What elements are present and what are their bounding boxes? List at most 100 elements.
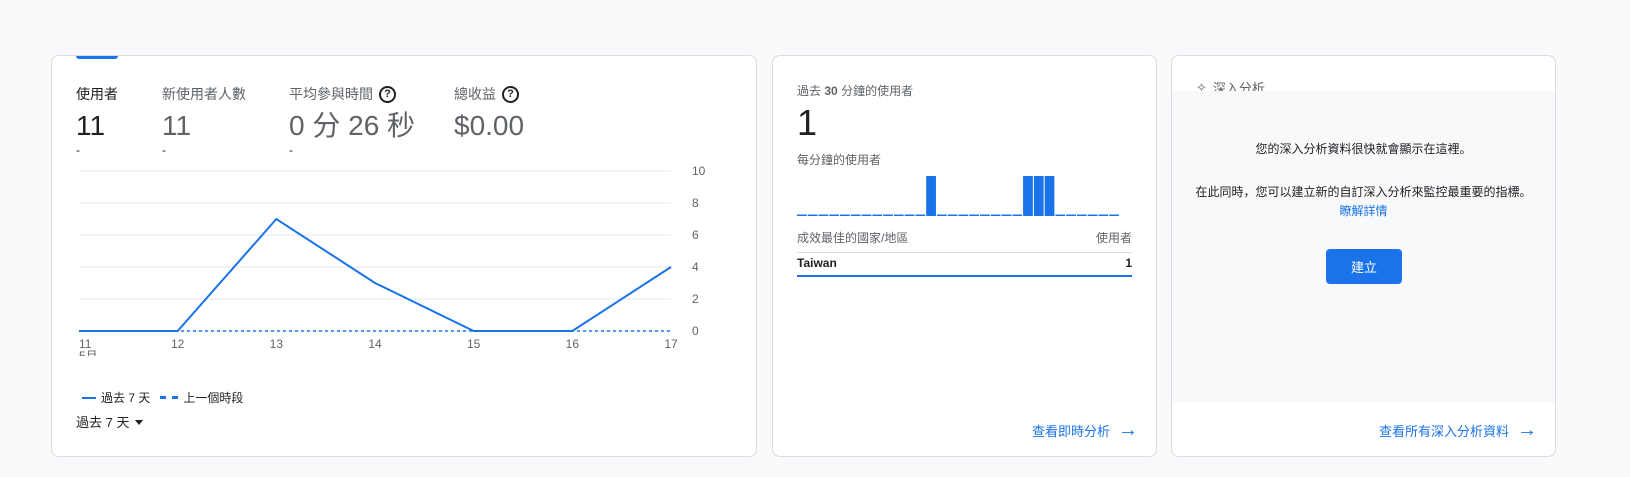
minute-bar [872,214,883,216]
minute-bar [1098,214,1109,216]
learn-more-link[interactable]: 瞭解詳情 [1339,204,1387,218]
x-tick-label: 12 [171,337,185,351]
metric-revenue[interactable]: 總收益? $0.00 [454,84,524,144]
y-tick-label: 2 [692,292,699,306]
x-tick-label: 16 [566,337,580,351]
minute-bar [850,214,861,216]
overview-card: 使用者 11 - 新使用者人數 11 - 平均參與時間? 0 分 26 秒 - … [51,55,757,457]
y-tick-label: 0 [692,324,699,338]
per-minute-label: 每分鐘的使用者 [797,153,882,167]
metric-new-users-value: 11 [162,110,192,141]
minute-bar [829,214,840,216]
minute-bar [1012,214,1023,216]
minute-bar [969,214,980,216]
view-all-insights-link[interactable]: 查看所有深入分析資料 → [1379,420,1537,440]
create-insight-button[interactable]: 建立 [1326,249,1402,284]
y-tick-label: 4 [692,260,699,274]
view-realtime-label: 查看即時分析 [1031,423,1110,439]
minute-bar [840,214,850,216]
caret-down-icon [135,420,144,425]
table-row[interactable]: Taiwan 1 [797,256,1132,277]
minute-bar [1076,214,1087,216]
view-all-insights-label: 查看所有深入分析資料 [1378,423,1509,439]
help-icon[interactable]: ? [502,85,519,103]
minute-bar [807,214,818,216]
minute-bar [861,214,872,216]
realtime-title-prefix: 過去 [797,84,822,98]
minute-bar [980,214,990,216]
realtime-title-minutes: 30 [824,84,838,98]
help-icon[interactable]: ? [379,85,396,103]
minute-bar [1023,176,1033,216]
metric-engagement-label: 平均參與時間 [289,86,373,102]
metric-revenue-label: 總收益 [454,86,496,102]
metric-engagement-change: - [289,143,293,157]
insights-message-text: 在此同時，您可以建立新的自訂深入分析來監控最重要的指標。 [1195,185,1532,199]
minute-bar [947,214,958,216]
minute-bar [818,214,829,216]
legend-swatch-dashed [160,396,179,399]
country-table-header: 成效最佳的國家/地區 使用者 [797,229,1132,253]
legend-swatch-solid [82,396,96,399]
metric-engagement-time[interactable]: 平均參與時間? 0 分 26 秒 - [289,84,415,156]
minute-bar [1109,214,1119,216]
legend-previous-label: 上一個時段 [183,391,244,405]
insights-card: ✧ 深入分析 您的深入分析資料很快就會顯示在這裡。 在此同時，您可以建立新的自訂… [1171,55,1556,457]
metric-users-change: - [76,143,80,157]
metric-engagement-value: 0 分 26 秒 [289,110,416,141]
minute-bar [915,214,926,216]
realtime-title-suffix: 分鐘的使用者 [841,84,914,98]
insights-empty-panel [1172,91,1555,403]
minute-bar [883,214,893,216]
minute-bar [904,214,915,216]
metric-new-users-label: 新使用者人數 [162,86,246,102]
minute-bar [893,214,904,216]
minute-bar [797,214,807,216]
series-line-current [79,217,672,332]
x-month-label: 5月 [79,349,98,356]
legend-current-label: 過去 7 天 [101,391,151,405]
y-tick-label: 8 [692,196,699,210]
minute-bar [990,214,1001,216]
metric-users-value: 11 [76,110,106,141]
metric-new-users-change: - [162,143,166,157]
arrow-right-icon: → [1517,419,1537,441]
arrow-right-icon: → [1118,419,1138,441]
chart-legend: 過去 7 天 上一個時段 [82,389,243,406]
users-line-chart: 024681011 12 13 14 15 16 175月 [79,164,706,356]
realtime-users-value: 1 [797,102,818,143]
x-tick-label: 13 [270,337,284,351]
x-tick-label: 15 [467,337,481,351]
legend-item-previous: 上一個時段 [160,389,243,406]
metric-new-users[interactable]: 新使用者人數 11 - [162,84,246,156]
selected-tab-indicator [76,56,118,59]
minute-bar [1087,214,1098,216]
country-column-header: 成效最佳的國家/地區 [797,231,909,245]
realtime-title: 過去 30 分鐘的使用者 [797,82,913,99]
metric-users-label: 使用者 [76,86,118,102]
minute-bar [1033,176,1044,216]
metric-users[interactable]: 使用者 11 - [76,84,118,156]
x-tick-label: 14 [368,337,382,351]
y-tick-label: 10 [692,164,706,178]
minute-bar [1001,214,1012,216]
metric-revenue-value: $0.00 [454,110,525,141]
realtime-card: 過去 30 分鐘的使用者 1 每分鐘的使用者 成效最佳的國家/地區 使用者 Ta… [772,55,1157,457]
x-tick-label: 17 [664,337,678,351]
insights-message-primary: 您的深入分析資料很快就會顯示在這裡。 [1255,142,1472,156]
minute-bar [1044,176,1055,216]
minute-bar [1055,214,1066,216]
per-minute-bar-chart [797,176,1119,216]
country-users: 1 [1125,256,1132,270]
minute-bar [958,214,969,216]
users-column-header: 使用者 [1095,231,1132,245]
legend-item-current: 過去 7 天 [82,389,150,406]
minute-bar [926,176,936,216]
insights-message-secondary: 在此同時，您可以建立新的自訂深入分析來監控最重要的指標。瞭解詳情 [1192,183,1535,221]
date-range-label: 過去 7 天 [76,415,130,430]
date-range-dropdown[interactable]: 過去 7 天 [76,412,144,431]
view-realtime-link[interactable]: 查看即時分析 → [1032,420,1138,440]
minute-bar [1066,214,1076,216]
minute-bar [936,214,947,216]
y-tick-label: 6 [692,228,699,242]
